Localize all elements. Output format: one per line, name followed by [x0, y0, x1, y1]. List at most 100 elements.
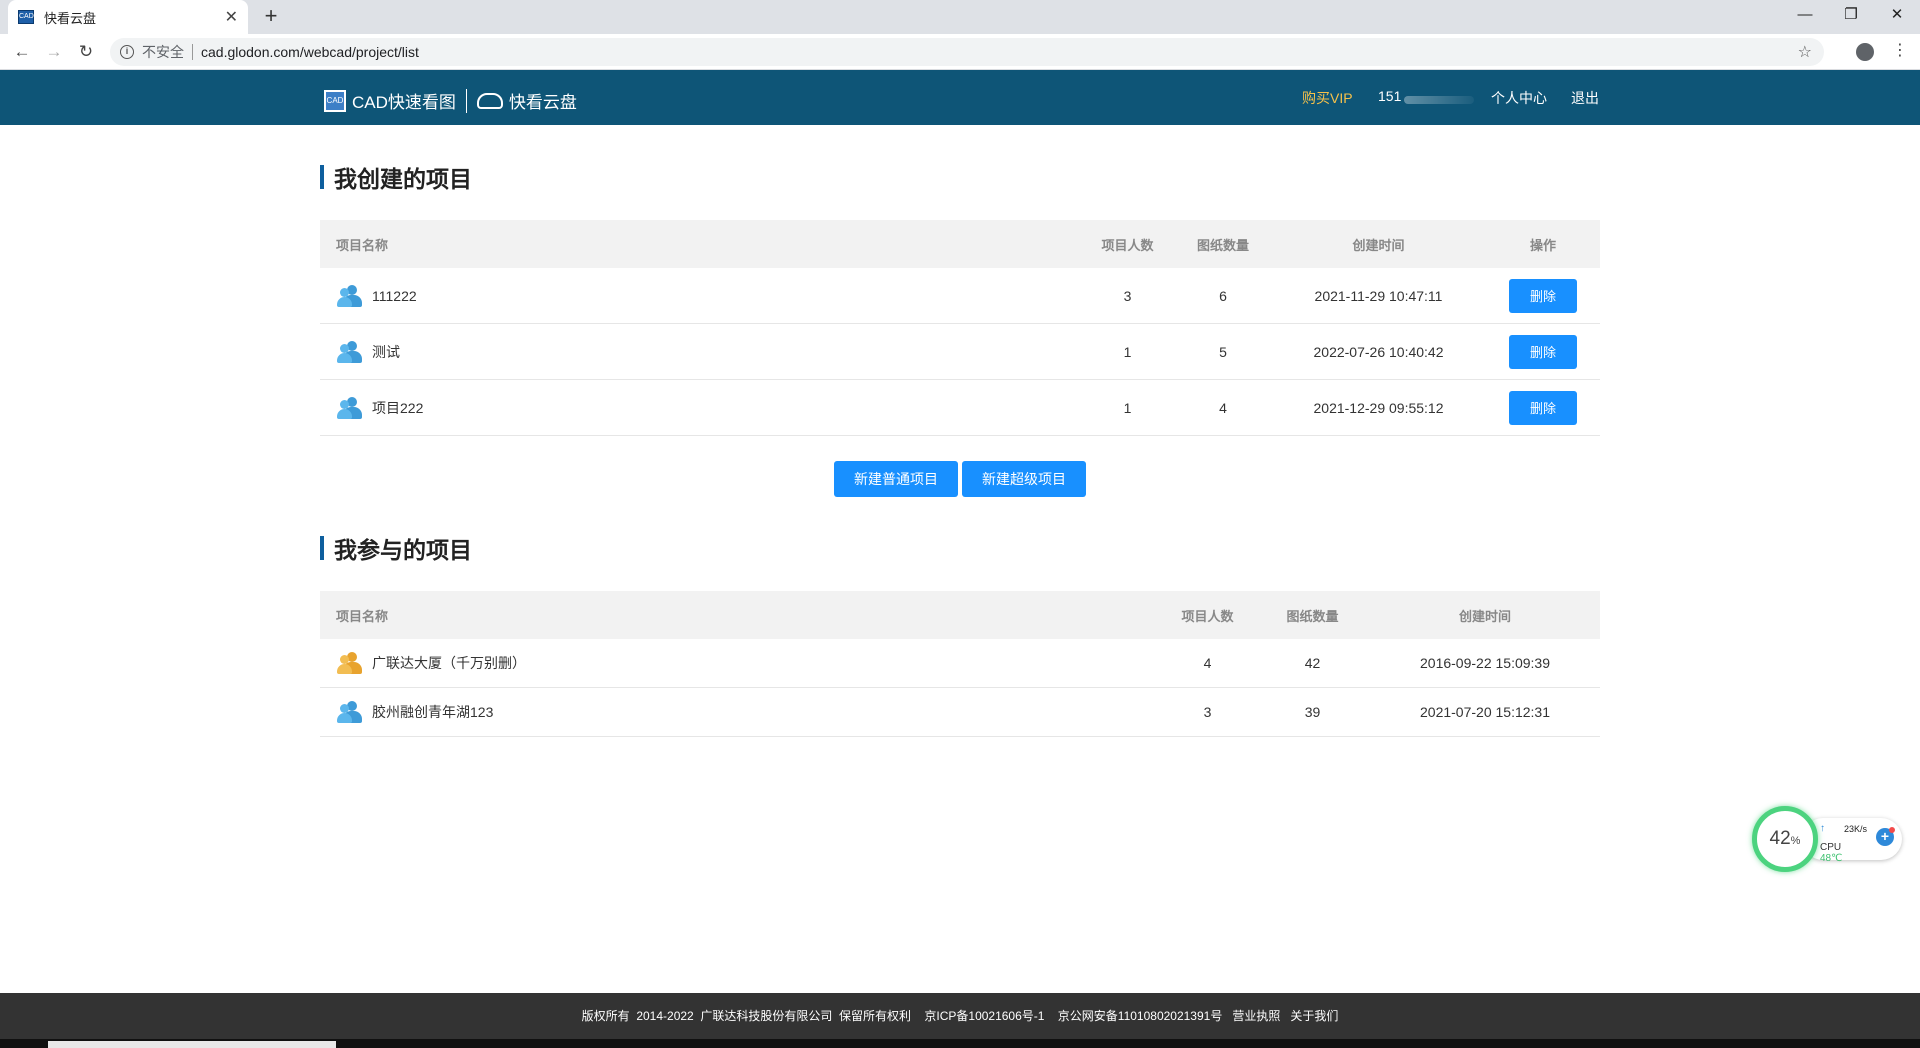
- minimize-icon[interactable]: —: [1782, 0, 1828, 30]
- favicon-icon: CAD: [18, 10, 34, 24]
- col-created: 创建时间: [1458, 608, 1511, 624]
- created-projects-table: 项目名称 项目人数 图纸数量 创建时间 操作 111222 3 6 2021-1…: [320, 220, 1600, 436]
- project-name-cell[interactable]: 项目222: [320, 396, 1080, 420]
- app-name: CAD快速看图: [352, 93, 456, 112]
- table-row[interactable]: 胶州融创青年湖123 3 39 2021-07-20 15:12:31: [320, 688, 1600, 737]
- created-time: 2021-12-29 09:55:12: [1313, 399, 1444, 416]
- project-name[interactable]: 胶州融创青年湖123: [372, 702, 493, 722]
- project-name[interactable]: 测试: [372, 342, 400, 362]
- new-normal-project-button[interactable]: 新建普通项目: [834, 461, 958, 497]
- col-drawings: 图纸数量: [1196, 237, 1249, 253]
- members-count: 1: [1123, 343, 1132, 360]
- cpu-temp-label: CPU 48℃: [1820, 842, 1842, 864]
- cloud-icon: [476, 92, 503, 109]
- browser-menu-icon[interactable]: ⋮: [1892, 40, 1908, 60]
- delete-button[interactable]: 删除: [1509, 390, 1577, 425]
- footer-text: 版权所有 2014-2022 广联达科技股份有限公司 保留所有权利 京ICP备1…: [581, 1009, 1339, 1023]
- cpu-label: CPU: [1820, 842, 1842, 853]
- people-icon: [336, 340, 366, 364]
- created-projects-title: 我创建的项目: [320, 163, 472, 192]
- created-time: 2021-11-29 10:47:11: [1314, 287, 1443, 304]
- browser-tab-bar: CAD 快看云盘 ✕ + — ❐ ✕: [0, 0, 1920, 34]
- joined-projects-table: 项目名称 项目人数 图纸数量 创建时间 广联达大厦（千万别删） 4 42 201…: [320, 591, 1600, 737]
- drawings-count: 6: [1219, 287, 1227, 304]
- bookmark-star-icon[interactable]: ☆: [1798, 42, 1812, 62]
- profile-link[interactable]: 个人中心: [1491, 88, 1547, 108]
- logo-divider: [465, 88, 467, 113]
- table-header: 项目名称 项目人数 图纸数量 创建时间: [320, 591, 1600, 639]
- buy-vip-link[interactable]: 购买VIP: [1302, 88, 1353, 108]
- project-name-cell[interactable]: 胶州融创青年湖123: [320, 700, 1160, 724]
- user-name: 151: [1378, 88, 1402, 104]
- cpu-percent: 42: [1769, 828, 1791, 849]
- forward-icon[interactable]: →: [40, 39, 68, 65]
- cpu-usage-ring[interactable]: 42%: [1752, 806, 1818, 872]
- table-header: 项目名称 项目人数 图纸数量 创建时间 操作: [320, 220, 1600, 268]
- browser-toolbar: ← → ↻ i 不安全 cad.glodon.com/webcad/projec…: [0, 34, 1920, 70]
- col-members: 项目人数: [1181, 608, 1234, 624]
- project-name-cell[interactable]: 广联达大厦（千万别删）: [320, 651, 1160, 675]
- window-close-icon[interactable]: ✕: [1874, 0, 1920, 30]
- drawings-count: 39: [1304, 704, 1321, 720]
- cloud-name: 快看云盘: [508, 93, 577, 112]
- cpu-percent-unit: %: [1790, 835, 1801, 847]
- back-icon[interactable]: ←: [8, 39, 36, 65]
- members-count: 3: [1203, 704, 1212, 720]
- project-name-cell[interactable]: 测试: [320, 340, 1080, 364]
- table-row[interactable]: 测试 1 5 2022-07-26 10:40:42 删除: [320, 324, 1600, 380]
- logout-link[interactable]: 退出: [1571, 88, 1599, 108]
- table-row[interactable]: 111222 3 6 2021-11-29 10:47:11 删除: [320, 268, 1600, 324]
- drawings-count: 5: [1219, 343, 1227, 360]
- members-count: 4: [1203, 655, 1212, 671]
- members-count: 3: [1123, 287, 1132, 304]
- site-logo[interactable]: CAD CAD快速看图 快看云盘: [324, 88, 577, 113]
- joined-projects-heading: 我参与的项目: [334, 537, 472, 563]
- project-name[interactable]: 111222: [372, 288, 417, 304]
- action-cell: 删除: [1486, 278, 1600, 313]
- redacted-username: [1404, 96, 1474, 104]
- table-row[interactable]: 项目222 1 4 2021-12-29 09:55:12 删除: [320, 380, 1600, 436]
- people-icon: [336, 396, 366, 420]
- profile-icon[interactable]: [1856, 43, 1874, 61]
- project-name-cell[interactable]: 111222: [320, 284, 1080, 308]
- title-accent-bar: [320, 165, 324, 189]
- col-action: 操作: [1529, 237, 1556, 253]
- project-name[interactable]: 项目222: [372, 398, 423, 418]
- title-accent-bar: [320, 536, 324, 560]
- insecure-label: 不安全: [142, 44, 184, 60]
- joined-projects-title: 我参与的项目: [320, 534, 472, 563]
- info-icon[interactable]: i: [120, 45, 134, 59]
- net-speed: 23K/s: [1844, 824, 1868, 834]
- taskbar-item[interactable]: [48, 1041, 336, 1048]
- restore-icon[interactable]: ❐: [1828, 0, 1874, 30]
- created-projects-heading: 我创建的项目: [334, 166, 472, 192]
- gold-people-icon: [336, 651, 366, 675]
- notification-dot: [1889, 827, 1895, 833]
- close-tab-icon[interactable]: ✕: [225, 7, 238, 27]
- address-divider: [192, 44, 193, 60]
- blue-people-icon: [336, 700, 366, 724]
- upload-arrow-icon: ↑: [1820, 823, 1825, 834]
- cad-logo-icon: CAD: [324, 89, 346, 112]
- site-header: CAD CAD快速看图 快看云盘 购买VIP 151 个人中心 退出: [0, 70, 1920, 125]
- col-name: 项目名称: [336, 237, 389, 253]
- col-name: 项目名称: [336, 608, 389, 624]
- action-cell: 删除: [1486, 390, 1600, 425]
- reload-icon[interactable]: ↻: [72, 39, 100, 65]
- address-bar[interactable]: i 不安全 cad.glodon.com/webcad/project/list…: [110, 38, 1824, 66]
- table-row[interactable]: 广联达大厦（千万别删） 4 42 2016-09-22 15:09:39: [320, 639, 1600, 688]
- browser-tab[interactable]: CAD 快看云盘 ✕: [8, 0, 248, 34]
- new-tab-icon[interactable]: +: [258, 4, 284, 30]
- new-super-project-button[interactable]: 新建超级项目: [962, 461, 1086, 497]
- site-footer: 版权所有 2014-2022 广联达科技股份有限公司 保留所有权利 京ICP备1…: [0, 993, 1920, 1039]
- people-icon: [336, 284, 366, 308]
- delete-button[interactable]: 删除: [1509, 334, 1577, 369]
- created-time: 2021-07-20 15:12:31: [1420, 704, 1550, 720]
- project-name[interactable]: 广联达大厦（千万别删）: [372, 653, 526, 673]
- created-time: 2016-09-22 15:09:39: [1420, 655, 1550, 671]
- tab-title: 快看云盘: [44, 10, 97, 26]
- created-time: 2022-07-26 10:40:42: [1313, 343, 1444, 360]
- col-drawings: 图纸数量: [1286, 608, 1339, 624]
- delete-button[interactable]: 删除: [1509, 278, 1577, 313]
- drawings-count: 42: [1304, 655, 1321, 671]
